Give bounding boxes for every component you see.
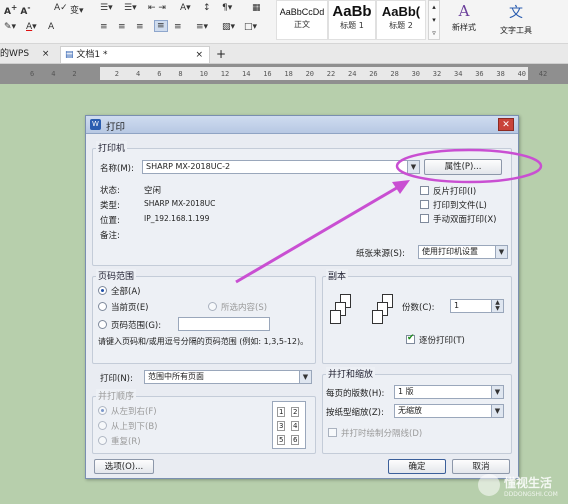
watermark: 懂视生活 DDDONGSHI.COM	[478, 472, 566, 502]
pointer-arrow-head	[392, 180, 410, 194]
watermark-brand: 懂视生活	[504, 476, 553, 490]
watermark-logo-icon	[478, 474, 500, 496]
highlight-ellipse	[395, 148, 543, 184]
annotation-overlay	[235, 148, 543, 284]
pointer-arrow-line	[235, 184, 401, 284]
watermark-url: DDDONGSHI.COM	[504, 491, 558, 498]
